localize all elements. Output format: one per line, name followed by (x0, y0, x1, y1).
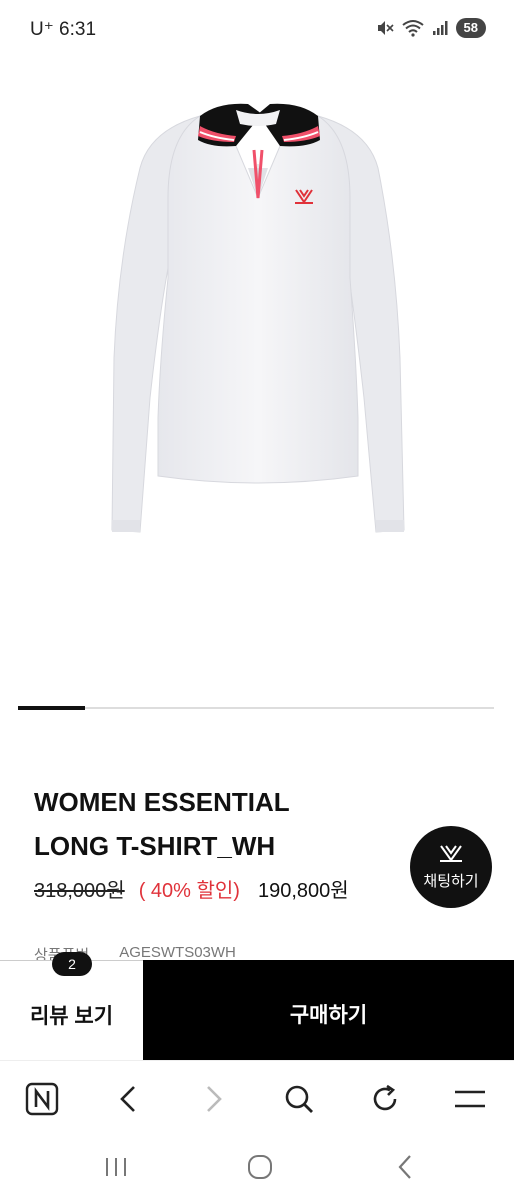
review-label: 리뷰 보기 (29, 1004, 114, 1028)
status-icons: 58 (376, 18, 486, 38)
buy-button[interactable]: 구매하기 (143, 960, 514, 1060)
chat-button[interactable]: 채팅하기 (410, 826, 492, 908)
status-bar: U⁺ 6:31 58 (0, 0, 514, 58)
carousel-indicator (18, 706, 494, 710)
mute-icon (377, 21, 394, 35)
wifi-icon (401, 20, 424, 37)
home-icon[interactable] (245, 1152, 275, 1182)
product-image[interactable] (0, 58, 514, 698)
product-title-line1: WOMEN ESSENTIAL (34, 787, 290, 817)
forward-icon[interactable] (196, 1081, 232, 1117)
review-button[interactable]: 2 리뷰 보기 (0, 952, 143, 1060)
signal-icon (432, 21, 448, 35)
recent-apps-icon[interactable] (101, 1152, 131, 1182)
brand-logo-icon (440, 845, 462, 862)
search-icon[interactable] (281, 1081, 317, 1117)
sale-price: 190,800원 (257, 880, 349, 902)
discount-label: ( 40% 할인) (138, 880, 240, 902)
naver-home-icon[interactable] (24, 1081, 60, 1117)
system-back-icon[interactable] (390, 1152, 420, 1182)
action-bar: 2 리뷰 보기 구매하기 (0, 952, 514, 1060)
carrier-time: U⁺ 6:31 (30, 19, 97, 40)
menu-icon[interactable] (452, 1081, 488, 1117)
carousel-active-segment (18, 706, 85, 710)
back-icon[interactable] (110, 1081, 146, 1117)
price-row: 318,000원 ( 40% 할인) 190,800원 (34, 874, 349, 903)
buy-label: 구매하기 (289, 1004, 368, 1027)
reload-icon[interactable] (367, 1081, 403, 1117)
product-title-line2: LONG T-SHIRT_WH (34, 831, 276, 861)
battery-icon: 58 (455, 18, 486, 38)
review-count-badge: 2 (52, 952, 92, 976)
chat-label: 채팅하기 (423, 873, 479, 890)
system-nav-bar (0, 1134, 514, 1200)
browser-nav-bar (0, 1060, 514, 1134)
original-price: 318,000원 (34, 880, 125, 902)
shirt-illustration (111, 103, 405, 533)
product-title: WOMEN ESSENTIAL LONG T-SHIRT_WH (34, 780, 404, 868)
